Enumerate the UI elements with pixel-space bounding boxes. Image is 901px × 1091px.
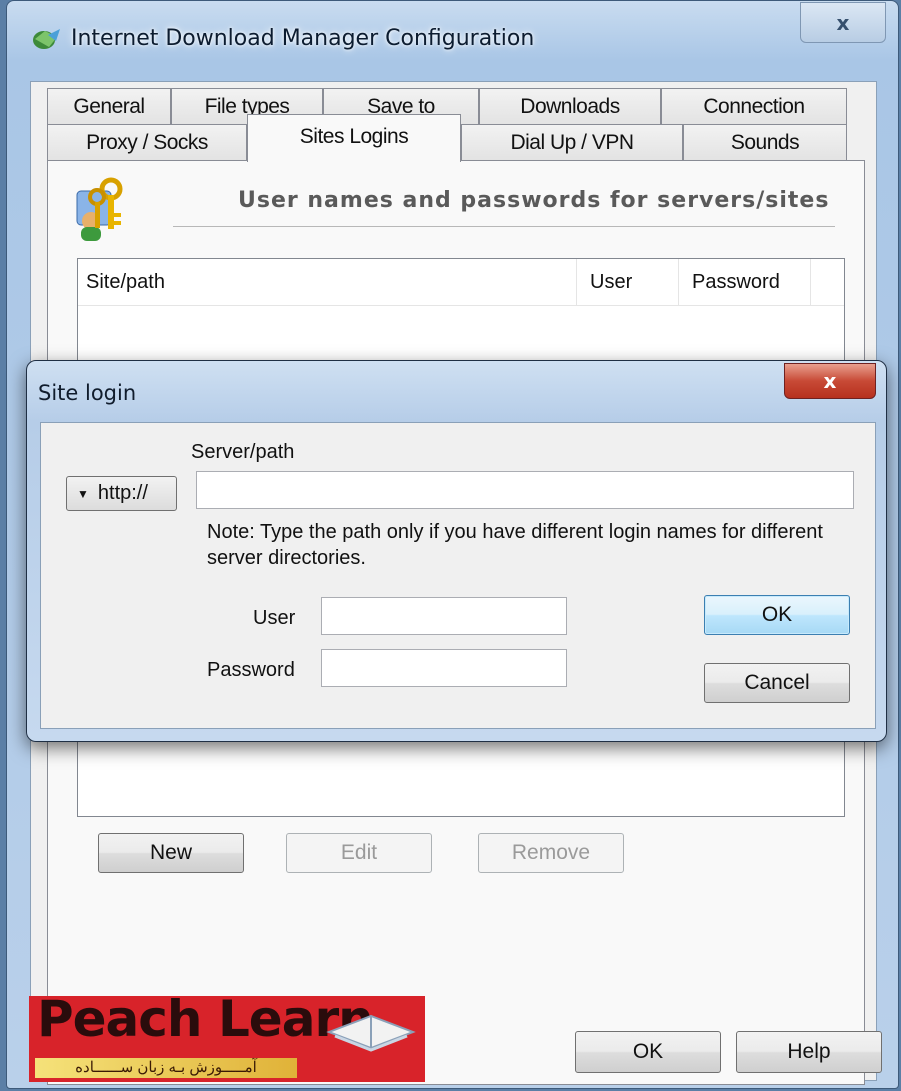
list-header: Site/path User Password	[78, 259, 844, 306]
tab-dial-up-vpn[interactable]: Dial Up / VPN	[461, 124, 683, 160]
edit-button[interactable]: Edit	[286, 833, 432, 873]
server-path-label: Server/path	[191, 441, 295, 463]
book-icon	[326, 1014, 416, 1052]
user-input[interactable]	[321, 597, 567, 635]
site-login-dialog: Site login x Server/path ▼ http:// Note:…	[26, 360, 887, 742]
column-divider	[576, 259, 577, 305]
close-icon: x	[823, 369, 837, 393]
dropdown-arrow-icon: ▼	[77, 486, 89, 501]
ok-button[interactable]: OK	[575, 1031, 721, 1073]
server-path-input[interactable]	[196, 471, 854, 509]
column-password[interactable]: Password	[692, 259, 810, 305]
password-input[interactable]	[321, 649, 567, 687]
tab-general[interactable]: General	[47, 88, 171, 124]
section-title: User names and passwords for servers/sit…	[238, 188, 830, 213]
dialog-title: Site login	[38, 381, 137, 405]
window-title: Internet Download Manager Configuration	[71, 26, 535, 51]
tab-downloads[interactable]: Downloads	[479, 88, 661, 124]
protocol-value: http://	[97, 482, 148, 504]
dialog-cancel-button[interactable]: Cancel	[704, 663, 850, 703]
protocol-dropdown[interactable]: ▼ http://	[66, 476, 177, 511]
idm-globe-icon	[33, 29, 60, 49]
password-label: Password	[207, 659, 295, 681]
column-site-path[interactable]: Site/path	[86, 259, 576, 305]
logo-tagline: آمـــــوزش بـه زبان ســــــاده	[35, 1058, 297, 1078]
tab-sounds[interactable]: Sounds	[683, 124, 847, 160]
remove-button[interactable]: Remove	[478, 833, 624, 873]
window-close-button[interactable]: x	[800, 2, 886, 43]
tab-connection[interactable]: Connection	[661, 88, 847, 124]
logo-brand-text: Peach Learn	[37, 990, 374, 1048]
close-icon: x	[836, 10, 850, 35]
peach-learn-logo: Peach Learn آمـــــوزش بـه زبان ســــــا…	[29, 990, 425, 1082]
dialog-body: Server/path ▼ http:// Note: Type the pat…	[40, 422, 876, 729]
dialog-ok-button[interactable]: OK	[704, 595, 850, 635]
user-label: User	[253, 607, 296, 629]
title-bar[interactable]: Internet Download Manager Configuration …	[7, 1, 898, 81]
help-button[interactable]: Help	[736, 1031, 882, 1073]
section-divider	[173, 226, 835, 227]
column-user[interactable]: User	[590, 259, 678, 305]
server-path-note: Note: Type the path only if you have dif…	[207, 521, 823, 569]
dialog-close-button[interactable]: x	[784, 363, 876, 399]
tab-sites-logins[interactable]: Sites Logins	[247, 114, 461, 162]
column-divider	[678, 259, 679, 305]
tab-proxy-socks[interactable]: Proxy / Socks	[47, 124, 247, 160]
keys-user-icon	[76, 177, 123, 241]
column-divider	[810, 259, 811, 305]
new-button[interactable]: New	[98, 833, 244, 873]
